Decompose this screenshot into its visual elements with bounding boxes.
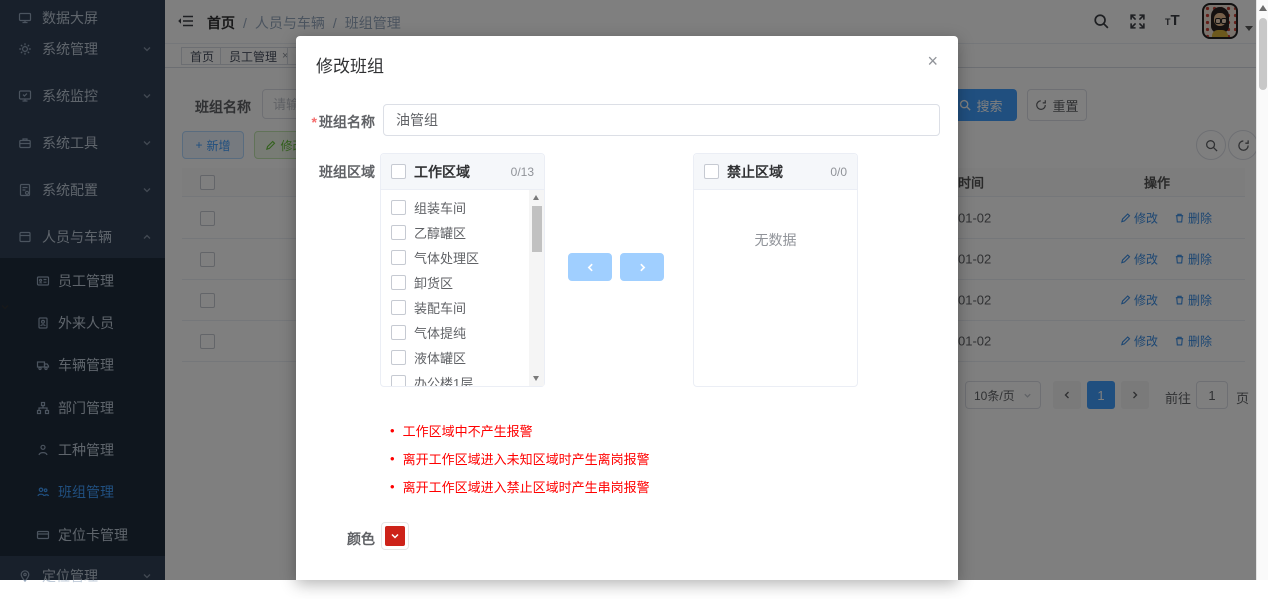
transfer-source-panel: 工作区域 0/13 组装车间 乙醇罐区 气体处理区 卸货区 装配车间 气体提纯 … [380,153,545,387]
select-all-forbidden-areas-checkbox[interactable] [704,164,719,179]
empty-list-placeholder: 无数据 [694,230,857,250]
bullet-icon: • [390,423,395,438]
alarm-note: •工作区域中不产生报警 [390,421,533,440]
edit-team-dialog: 修改班组 × *班组名称 班组区域 工作区域 0/13 组装车间 乙醇罐区 气体… [296,36,958,580]
transfer-target-count: 0/0 [830,165,847,179]
color-label: 颜色 [296,529,375,549]
alarm-note: •离开工作区域进入禁止区域时产生串岗报警 [390,477,650,496]
transfer-to-right-button[interactable] [620,253,664,281]
dialog-close-icon[interactable]: × [927,52,938,70]
transfer-source-title: 工作区域 [414,162,470,182]
required-mark: * [312,114,317,130]
team-name-label: *班组名称 [296,112,375,132]
transfer-item[interactable]: 办公楼1层 [381,370,544,386]
transfer-item[interactable]: 卸货区 [381,270,544,295]
scroll-down-icon[interactable] [533,376,539,381]
scroll-thumb[interactable] [532,206,542,252]
chevron-down-icon [390,531,400,541]
scroll-up-icon[interactable] [1259,5,1267,11]
color-picker-trigger[interactable] [381,522,409,550]
transfer-item[interactable]: 乙醇罐区 [381,220,544,245]
scroll-thumb[interactable] [1259,18,1267,90]
transfer-item[interactable]: 装配车间 [381,295,544,320]
chevron-right-icon [637,262,648,273]
list-scrollbar[interactable] [529,190,544,386]
chevron-left-icon [585,262,596,273]
transfer-target-header: 禁止区域 0/0 [694,154,857,190]
alarm-note: •离开工作区域进入未知区域时产生离岗报警 [390,449,650,468]
transfer-item[interactable]: 液体罐区 [381,345,544,370]
color-swatch [385,526,405,546]
dialog-title: 修改班组 [316,52,384,77]
select-all-work-areas-checkbox[interactable] [391,164,406,179]
transfer-source-list: 组装车间 乙醇罐区 气体处理区 卸货区 装配车间 气体提纯 液体罐区 办公楼1层 [381,190,544,386]
transfer-item[interactable]: 气体提纯 [381,320,544,345]
team-name-input[interactable] [383,104,940,136]
transfer-target-list: 无数据 [694,190,857,386]
transfer-target-title: 禁止区域 [727,162,783,182]
transfer-source-count: 0/13 [511,165,534,179]
transfer-to-left-button[interactable] [568,253,612,281]
bullet-icon: • [390,479,395,494]
page-scrollbar[interactable] [1256,0,1268,580]
bullet-icon: • [390,451,395,466]
scroll-up-icon[interactable] [533,195,539,200]
transfer-item[interactable]: 组装车间 [381,195,544,220]
transfer-source-header: 工作区域 0/13 [381,154,544,190]
team-area-label: 班组区域 [296,162,375,182]
transfer-item[interactable]: 气体处理区 [381,245,544,270]
transfer-target-panel: 禁止区域 0/0 无数据 [693,153,858,387]
